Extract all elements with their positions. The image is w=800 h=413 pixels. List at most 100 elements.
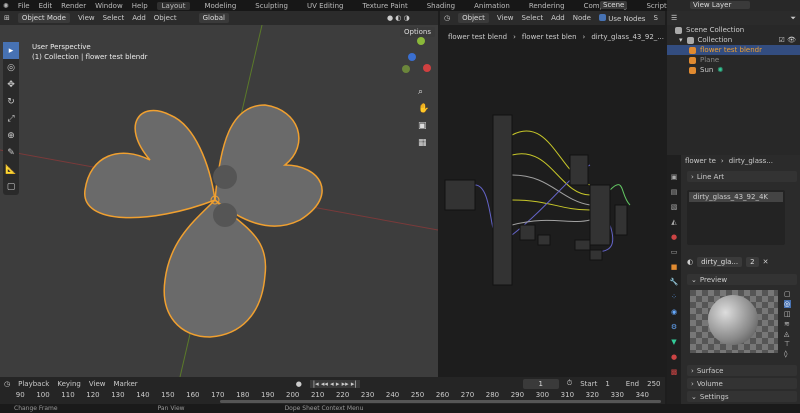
material-users-count[interactable]: 2 <box>746 257 759 267</box>
visibility-eye-icon[interactable]: ☑ 👁 <box>779 36 796 44</box>
end-frame-field[interactable]: 250 <box>647 380 660 388</box>
playback-controls[interactable]: |◂ ◂◂ ◂ ▸ ▸▸ ▸| <box>309 379 360 388</box>
frame-tick-label: 160 <box>186 391 200 399</box>
tab-texture-paint[interactable]: Texture Paint <box>358 2 413 10</box>
material-tab-icon[interactable]: ● <box>671 353 677 361</box>
menu-render[interactable]: Render <box>61 2 86 10</box>
current-frame-field[interactable]: 1 <box>522 378 559 389</box>
camera-icon[interactable]: ▣ <box>418 121 429 131</box>
scene-selector[interactable]: Scene <box>600 1 628 9</box>
material-name-field[interactable]: dirty_gla... <box>697 257 743 267</box>
object-tab-icon[interactable]: ■ <box>671 263 678 271</box>
move-tool-icon[interactable]: ✥ <box>3 76 19 93</box>
physics-tab-icon[interactable]: ◉ <box>671 308 677 316</box>
marker-menu[interactable]: Marker <box>113 380 137 388</box>
tab-sculpting[interactable]: Sculpting <box>250 2 293 10</box>
tab-uv-editing[interactable]: UV Editing <box>302 2 349 10</box>
display-mode-icon[interactable]: ☰ <box>671 14 677 22</box>
timeline-editor-icon[interactable]: ◷ <box>4 380 10 388</box>
ortho-grid-icon[interactable]: ▦ <box>418 138 429 148</box>
filter-icon[interactable]: ⏷ <box>790 14 796 23</box>
material-slot-item[interactable]: dirty_glass_43_92_4K <box>689 192 783 202</box>
blender-logo-icon[interactable]: ✺ <box>3 2 9 10</box>
preview-panel[interactable]: ⌄ Preview <box>687 274 797 285</box>
use-nodes-checkbox[interactable]: Use Nodes <box>599 13 645 23</box>
editor-type-icon[interactable]: ⊞ <box>4 14 10 22</box>
node-editor-type-icon[interactable]: ◷ <box>444 14 450 22</box>
settings-panel[interactable]: ⌄ Settings <box>687 391 797 402</box>
scene-tab-icon[interactable]: ◭ <box>671 218 676 226</box>
line-art-panel[interactable]: › Line Art <box>687 171 797 182</box>
outliner-item-sun[interactable]: Sun ✺ <box>667 65 800 75</box>
mode-dropdown[interactable]: Object Mode <box>17 13 70 23</box>
tab-animation[interactable]: Animation <box>469 2 515 10</box>
menu-help[interactable]: Help <box>132 2 148 10</box>
timeline-scrollbar[interactable] <box>220 400 661 403</box>
viewport-menu-add[interactable]: Add <box>132 14 146 22</box>
node-menu-view[interactable]: View <box>497 14 514 22</box>
constraints-tab-icon[interactable]: ⚙ <box>671 323 677 331</box>
pan-hand-icon[interactable]: ✋ <box>418 104 429 114</box>
material-slot-list[interactable]: dirty_glass_43_92_4K <box>687 190 785 245</box>
cursor-tool-icon[interactable]: ◎ <box>3 59 19 76</box>
preview-monkey-icon[interactable]: ◬ <box>784 330 791 338</box>
scale-tool-icon[interactable]: ⤢ <box>3 110 19 127</box>
tab-shading[interactable]: Shading <box>422 2 460 10</box>
shading-solid-icon[interactable]: ● ◐ ◑ <box>387 14 410 22</box>
outliner-scene-collection[interactable]: Scene Collection <box>667 25 800 35</box>
unlink-material-icon[interactable]: ✕ <box>763 258 769 266</box>
preview-cloth-icon[interactable]: ⊤ <box>784 340 791 348</box>
viewport-menu-view[interactable]: View <box>78 14 95 22</box>
frame-ruler[interactable]: 90 100 110 120 130 140 150 160 170 180 190 200 210 22… <box>0 390 665 400</box>
transform-tool-icon[interactable]: ⊕ <box>3 127 19 144</box>
surface-panel[interactable]: › Surface <box>687 365 797 376</box>
options-dropdown[interactable]: Options <box>400 27 436 37</box>
stopwatch-icon[interactable]: ⏱ <box>567 379 572 388</box>
annotate-tool-icon[interactable]: ✎ <box>3 144 19 161</box>
add-cube-tool-icon[interactable]: ▢ <box>3 178 19 195</box>
world-tab-icon[interactable]: ● <box>671 233 677 241</box>
node-menu-add[interactable]: Add <box>551 14 565 22</box>
preview-sphere-icon[interactable]: ◎ <box>784 300 791 308</box>
view-layer-tab-icon[interactable]: ▧ <box>671 203 678 211</box>
zoom-icon[interactable]: ⌕ <box>418 87 429 97</box>
preview-hair-icon[interactable]: ≋ <box>784 320 791 328</box>
orientation-dropdown[interactable]: Global <box>198 13 229 23</box>
shader-type-dropdown[interactable]: Object <box>458 13 489 23</box>
end-label: End <box>625 379 640 388</box>
data-tab-icon[interactable]: ▼ <box>671 338 676 346</box>
outliner-item-flower[interactable]: flower test blendr <box>667 45 800 55</box>
particles-tab-icon[interactable]: ⁘ <box>671 293 677 301</box>
keying-menu[interactable]: Keying <box>57 380 81 388</box>
viewport-menu-object[interactable]: Object <box>154 14 177 22</box>
outliner-item-plane[interactable]: Plane <box>667 55 800 65</box>
preview-cube-icon[interactable]: ◫ <box>784 310 791 318</box>
viewport-menu-select[interactable]: Select <box>103 14 125 22</box>
output-tab-icon[interactable]: ▤ <box>671 188 678 196</box>
menu-window[interactable]: Window <box>95 2 123 10</box>
node-menu-select[interactable]: Select <box>522 14 544 22</box>
node-menu-node[interactable]: Node <box>573 14 591 22</box>
3d-viewport[interactable]: User Perspective (1) Collection | flower… <box>0 25 438 377</box>
view-layer-selector[interactable]: View Layer <box>690 1 750 9</box>
menu-file[interactable]: File <box>18 2 30 10</box>
playback-menu[interactable]: Playback <box>18 380 49 388</box>
record-button[interactable]: ● <box>296 380 302 388</box>
frame-tick-label: 220 <box>335 391 350 399</box>
start-frame-field[interactable]: 1 <box>605 380 609 388</box>
material-browse-icon[interactable]: ◐ <box>687 258 693 266</box>
tab-layout[interactable]: Layout <box>156 1 191 10</box>
outliner-collection[interactable]: ▾ Collection ☑ 👁 <box>667 35 800 45</box>
rotate-tool-icon[interactable]: ↻ <box>3 93 19 110</box>
measure-tool-icon[interactable]: 📐 <box>3 161 19 178</box>
tab-rendering[interactable]: Rendering <box>524 2 570 10</box>
select-tool-icon[interactable]: ▸ <box>3 42 19 59</box>
preview-flat-icon[interactable]: ▢ <box>784 290 791 298</box>
preview-fluid-icon[interactable]: ◊ <box>784 350 791 358</box>
collection-tab-icon[interactable]: ▭ <box>671 248 678 256</box>
menu-edit[interactable]: Edit <box>39 2 53 10</box>
timeline-view-menu[interactable]: View <box>89 380 106 388</box>
tab-modeling[interactable]: Modeling <box>199 2 241 10</box>
volume-panel[interactable]: › Volume <box>687 378 797 389</box>
node-editor[interactable]: flower test blend › flower test blen › dir… <box>440 25 665 377</box>
